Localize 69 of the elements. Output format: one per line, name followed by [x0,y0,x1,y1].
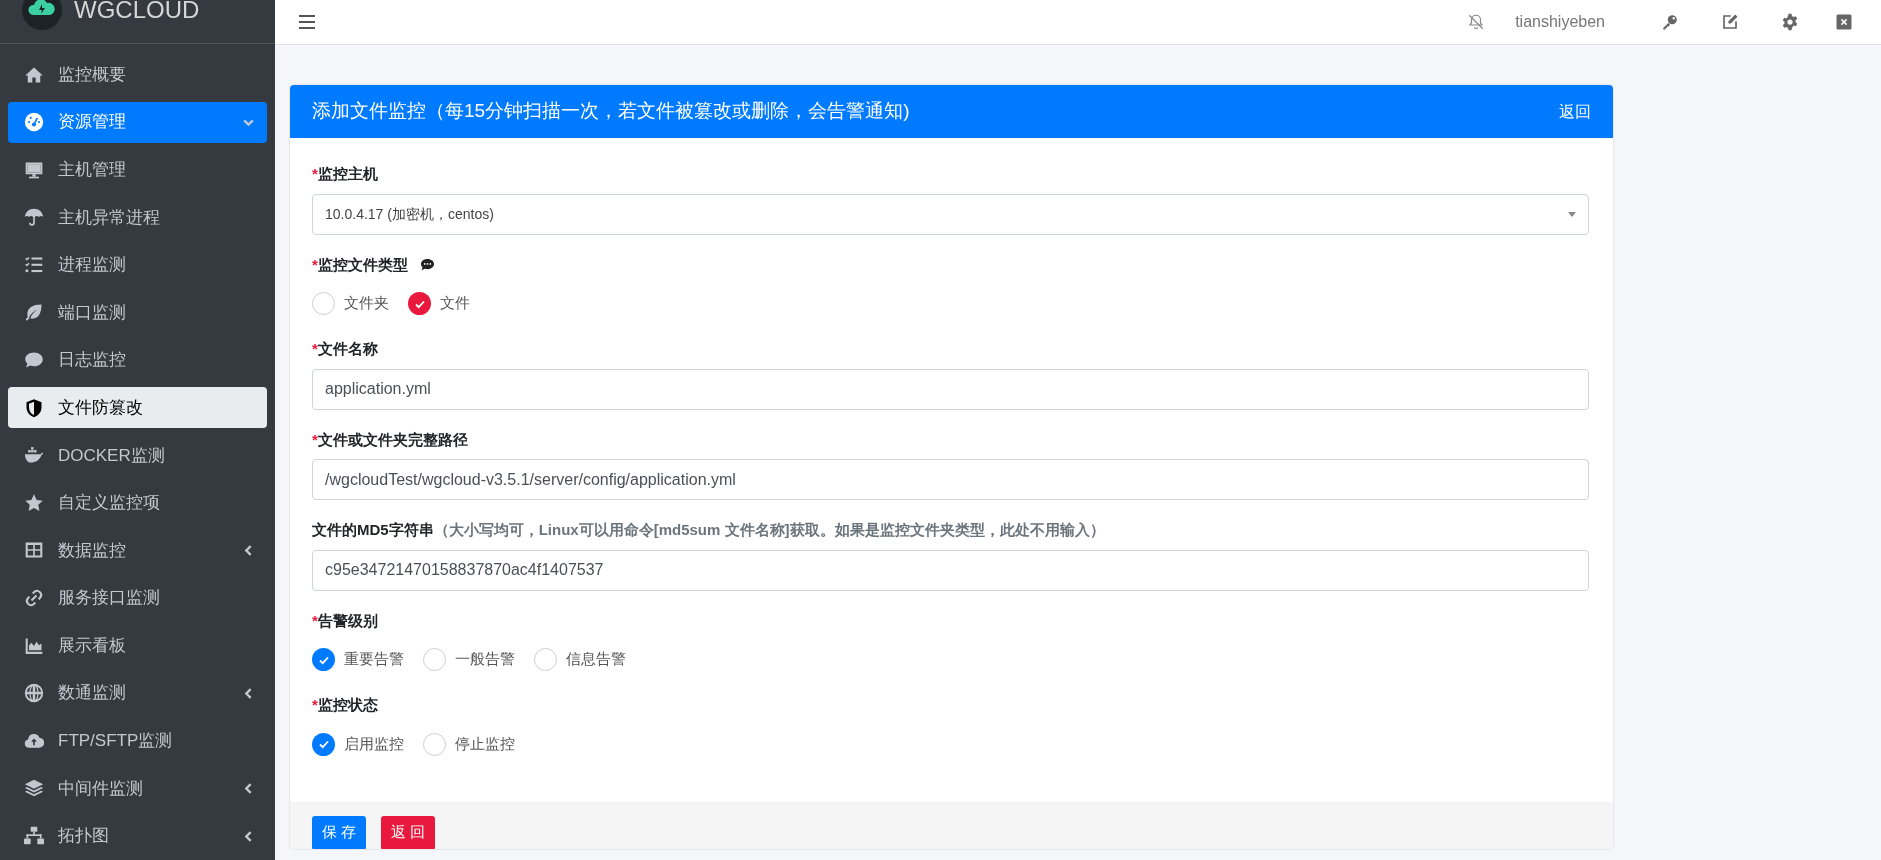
sidebar-item[interactable]: 主机管理 [8,149,267,191]
sidebar-item[interactable]: 数通监测 [8,672,267,714]
text-input[interactable]: application.yml [312,368,1589,410]
sidebar-item[interactable]: 文件防篡改 [8,387,267,429]
umbrella-icon [24,207,44,228]
layers-icon [24,778,44,799]
sidebar-item[interactable]: 拓扑图 [8,815,267,857]
key-icon[interactable] [1661,13,1679,31]
radio-button[interactable] [534,648,557,671]
radio-label: 启用监控 [344,733,404,754]
sidebar-item[interactable]: 资源管理 [8,101,267,143]
field-label: *文件或文件夹完整路径 [312,429,469,450]
radio-label: 重要告警 [344,649,404,670]
field-label: *监控主机 [312,164,379,184]
radio-label: 一般告警 [455,649,515,670]
table-icon [24,540,44,561]
radio-label: 文件夹 [344,293,389,314]
star-icon [24,492,44,513]
sidebar-item[interactable]: 自定义监控项 [8,482,267,524]
host-select[interactable]: 10.0.4.17 (加密机，centos) [312,193,1589,235]
text-input[interactable]: /wgcloudTest/wgcloud-v3.5.1/server/config/application.yml [312,459,1589,500]
leaf-icon [24,302,44,323]
field-label: 文件的MD5字符串（大小写均可，Linux可以用命令[md5sum 文件名称]获取。如果是监控文件夹类型，此处不用输入） [312,520,1106,540]
link-icon [24,588,44,609]
sidebar-item[interactable]: DOCKER监测 [8,434,267,476]
dropdown-caret-icon [1568,211,1576,217]
back-link[interactable]: 返回 [1559,99,1591,124]
close-icon[interactable] [1835,13,1853,31]
bell-slash-icon[interactable] [1467,13,1486,31]
sidebar-item[interactable]: 展示看板 [8,625,267,667]
brand-name: WGCLOUD [74,0,200,25]
sidebar-item[interactable]: 日志监控 [8,339,267,381]
radio-button[interactable] [408,292,431,315]
radio-button[interactable] [423,732,446,756]
check-icon [317,738,330,750]
sidebar-item[interactable]: FTP/SFTP监测 [8,720,267,762]
radio-label: 停止监控 [455,733,515,754]
save-button[interactable]: 保 存 [312,815,367,849]
text-input[interactable]: c95e34721470158837870ac4f1407537 [312,549,1589,591]
radio-button[interactable] [423,648,446,671]
edit-icon[interactable] [1721,13,1739,31]
back-button[interactable]: 返 回 [381,815,436,849]
info-comment-icon[interactable] [419,257,435,273]
radio-label: 文件 [440,293,470,314]
field-label: *文件名称 [312,339,379,359]
field-label: *监控文件类型 [312,254,408,275]
cloud-logo-icon [22,0,62,30]
sidebar-item[interactable]: 端口监测 [8,291,267,333]
field-label: *告警级别 [312,610,379,631]
sidebar-item[interactable]: 中间件监测 [8,767,267,809]
globe-icon [24,683,44,704]
sidebar-item[interactable]: 进程监测 [8,244,267,286]
sidebar-item[interactable]: 数据监控 [8,529,267,571]
checklist-icon [24,254,44,275]
radio-button[interactable] [312,648,335,671]
sidebar-item[interactable]: 监控概要 [8,54,267,95]
sidebar-item[interactable]: 服务接口监测 [8,577,267,619]
radio-button[interactable] [312,732,335,756]
card-title: 添加文件监控（每15分钟扫描一次，若文件被篡改或删除，会告警通知) [312,99,910,124]
radio-label: 信息告警 [566,649,626,670]
shield-icon [24,397,44,418]
gauge-icon [24,112,44,133]
sidebar-item[interactable]: 主机异常进程 [8,196,267,238]
radio-button[interactable] [312,292,335,315]
sitemap-icon [24,826,44,846]
username[interactable]: tianshiyeben [1515,10,1605,34]
settings-icon[interactable] [1781,13,1799,31]
menu-icon[interactable] [299,15,315,29]
field-label: *监控状态 [312,695,379,715]
